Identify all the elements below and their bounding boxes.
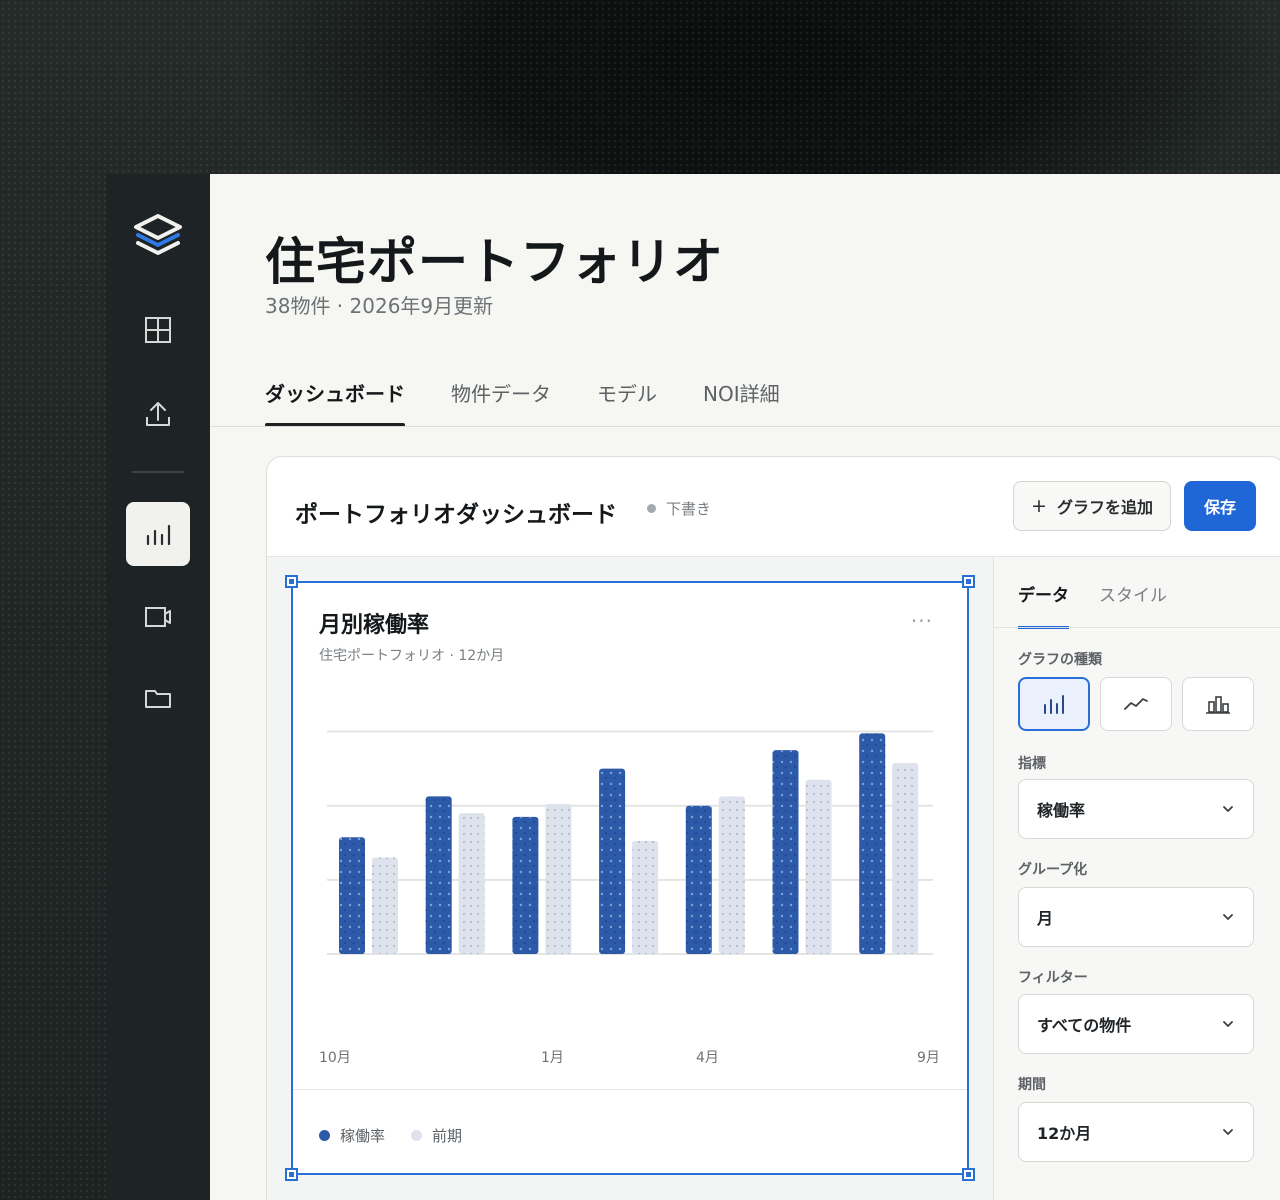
bar-chart-type-button[interactable] xyxy=(1018,677,1090,731)
tab-noi-details[interactable]: NOI詳細 xyxy=(703,378,780,423)
upload-icon[interactable] xyxy=(126,382,190,446)
x-tick-label: 4月 xyxy=(696,1050,719,1066)
x-tick-label: 10月 xyxy=(319,1050,351,1066)
chart-legend: 稼働率 前期 xyxy=(319,1125,488,1146)
filter-label: フィルター xyxy=(1018,970,1088,986)
period-label: 期間 xyxy=(1018,1077,1046,1093)
bar-texture xyxy=(599,768,626,954)
page-title: 住宅ポートフォリオ xyxy=(265,233,724,291)
resize-handle-bottom-right[interactable] xyxy=(962,1168,975,1181)
add-chart-button[interactable]: + グラフを追加 xyxy=(1013,481,1171,531)
status-dot-icon xyxy=(647,504,656,513)
group-label: グループ化 xyxy=(1018,862,1088,878)
dashboard-header: ポートフォリオダッシュボード 下書き + グラフを追加 保存 xyxy=(267,457,1280,557)
column-chart-type-button[interactable] xyxy=(1182,677,1254,731)
sidebar-divider xyxy=(132,471,184,473)
bar-texture xyxy=(718,796,745,954)
panel-tabs: データ スタイル xyxy=(1018,581,1197,629)
legend-item-previous[interactable]: 前期 xyxy=(411,1125,462,1146)
bar-texture xyxy=(425,796,452,954)
folder-icon[interactable] xyxy=(126,666,190,730)
properties-panel: データ スタイル グラフの種類 指標 稼働率 グループ化 月 フィルター すべて… xyxy=(993,557,1280,1200)
chevron-down-icon xyxy=(1223,1021,1233,1027)
bar-texture xyxy=(685,805,712,954)
group-value: 月 xyxy=(1037,909,1054,928)
bar-texture xyxy=(545,803,572,954)
chevron-down-icon xyxy=(1223,914,1233,920)
bar-chart-icon[interactable] xyxy=(126,502,190,566)
x-tick-label: 9月 xyxy=(917,1050,940,1066)
chart-type-label: グラフの種類 xyxy=(1018,652,1102,668)
filter-select[interactable]: すべての物件 xyxy=(1018,994,1254,1054)
tab-dashboard[interactable]: ダッシュボード xyxy=(265,378,405,427)
legend-item-occupancy[interactable]: 稼働率 xyxy=(319,1125,385,1146)
chart-widget[interactable]: 月別稼働率 住宅ポートフォリオ · 12か月 ··· 10月 1月 4月 9月 … xyxy=(285,575,975,1181)
dashboard-title: ポートフォリオダッシュボード xyxy=(295,502,617,528)
panel-tabs-divider xyxy=(994,627,1280,628)
save-button[interactable]: 保存 xyxy=(1184,481,1256,531)
bar-texture xyxy=(512,816,539,954)
tab-data[interactable]: データ xyxy=(1018,581,1069,629)
bar-texture xyxy=(805,779,832,954)
chevron-down-icon xyxy=(1223,806,1233,812)
bar-chart-icon xyxy=(1044,695,1064,714)
chart-footer-divider xyxy=(293,1089,967,1090)
page-subtitle: 38物件 · 2026年9月更新 xyxy=(265,294,494,318)
chart-canvas: 月別稼働率 住宅ポートフォリオ · 12か月 ··· 10月 1月 4月 9月 … xyxy=(267,557,993,1200)
period-value: 12か月 xyxy=(1037,1124,1092,1143)
tab-bar: ダッシュボード 物件データ モデル NOI詳細 xyxy=(265,378,826,427)
chevron-down-icon xyxy=(1223,1129,1233,1135)
column-chart-icon xyxy=(1206,696,1230,714)
metric-value: 稼働率 xyxy=(1037,801,1086,820)
legend-label: 前期 xyxy=(432,1127,463,1145)
bar-texture xyxy=(859,733,886,954)
x-tick-label: 1月 xyxy=(541,1050,564,1066)
tab-style[interactable]: スタイル xyxy=(1099,581,1167,628)
line-chart-type-button[interactable] xyxy=(1100,677,1172,731)
bar-texture xyxy=(458,813,485,954)
bar-texture xyxy=(892,763,919,954)
period-select[interactable]: 12か月 xyxy=(1018,1102,1254,1162)
bar-texture xyxy=(632,840,659,954)
metric-select[interactable]: 稼働率 xyxy=(1018,779,1254,839)
add-chart-label: グラフを追加 xyxy=(1056,498,1153,517)
video-icon[interactable] xyxy=(126,585,190,649)
group-select[interactable]: 月 xyxy=(1018,887,1254,947)
metric-label: 指標 xyxy=(1018,756,1046,772)
status-label: 下書き xyxy=(666,500,712,518)
grid-icon[interactable] xyxy=(126,298,190,362)
app-window: 住宅ポートフォリオ 38物件 · 2026年9月更新 ダッシュボード 物件データ… xyxy=(106,174,1280,1200)
bar-texture xyxy=(772,750,799,954)
plus-icon: + xyxy=(1031,495,1047,517)
legend-label: 稼働率 xyxy=(340,1127,386,1145)
dashboard-editor: ポートフォリオダッシュボード 下書き + グラフを追加 保存 月別稼働率 住宅ポ… xyxy=(266,456,1280,1200)
tab-divider xyxy=(210,426,1280,427)
line-chart-icon xyxy=(1124,698,1148,710)
layers-logo-icon[interactable] xyxy=(132,208,184,260)
tab-property-data[interactable]: 物件データ xyxy=(451,378,551,423)
bar-texture xyxy=(372,857,398,954)
sidebar xyxy=(106,174,210,1200)
legend-swatch xyxy=(411,1130,423,1141)
main-content: 住宅ポートフォリオ 38物件 · 2026年9月更新 ダッシュボード 物件データ… xyxy=(210,174,1280,1200)
resize-handle-bottom-left[interactable] xyxy=(285,1168,298,1181)
status-badge: 下書き xyxy=(647,498,711,519)
bar-texture xyxy=(339,837,365,954)
filter-value: すべての物件 xyxy=(1037,1016,1132,1035)
bar-chart xyxy=(327,730,933,955)
tab-model[interactable]: モデル xyxy=(597,378,657,423)
legend-swatch xyxy=(319,1130,330,1141)
